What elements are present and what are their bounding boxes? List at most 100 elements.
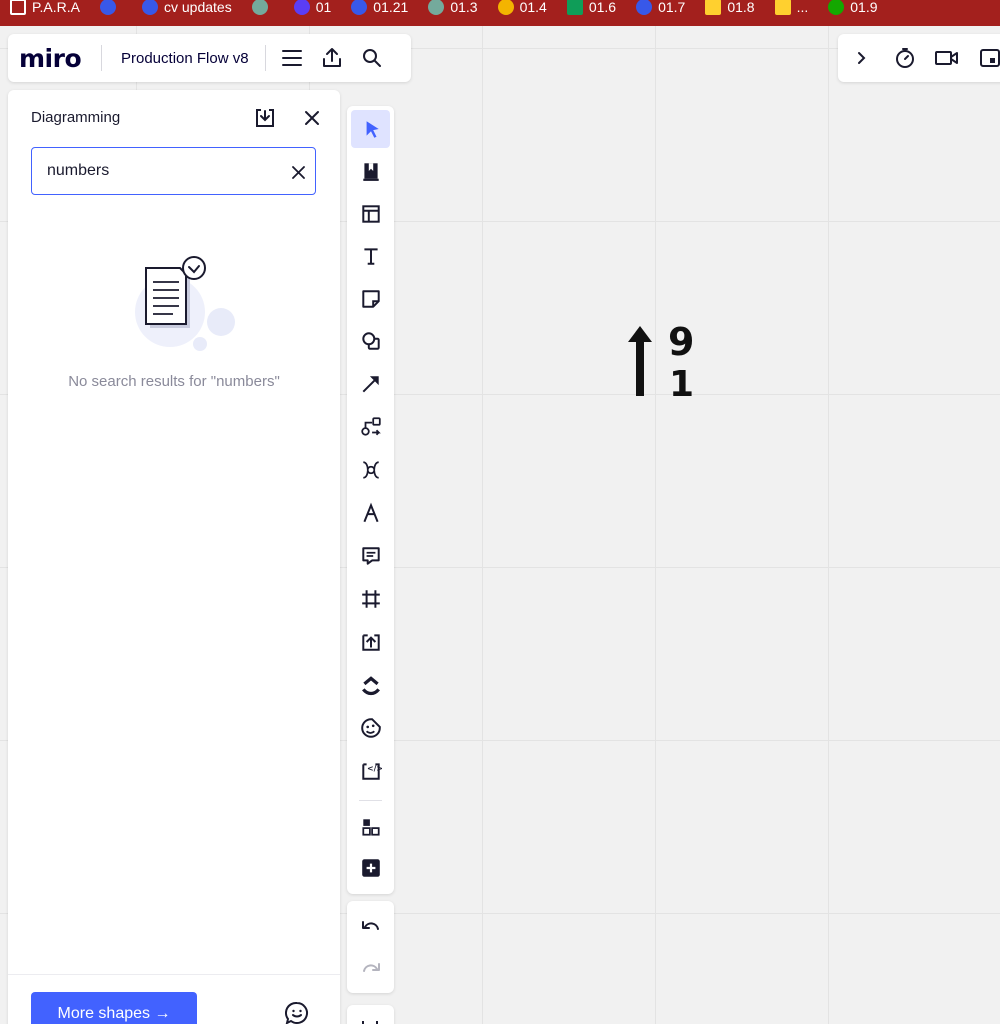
bookmarks-bar: P.A.R.A cv updates 01 01.21 01.3 01.4 01.6 01.7… (0, 0, 1000, 26)
chevron-right-icon (857, 52, 866, 64)
redo-button[interactable] (351, 949, 390, 987)
apps-icon (361, 819, 380, 836)
creation-toolbar: </> (347, 106, 394, 894)
undo-button[interactable] (351, 907, 390, 945)
redo-icon (362, 963, 380, 972)
more-shapes-label: More shapes → (57, 1005, 171, 1022)
search-input[interactable] (47, 160, 277, 182)
tool-pen[interactable] (351, 494, 390, 532)
clear-search-button[interactable] (286, 160, 310, 184)
undo-icon (361, 921, 379, 930)
tool-frame[interactable] (351, 580, 390, 618)
tool-diagramming[interactable] (351, 408, 390, 446)
bookmark-item[interactable] (242, 0, 284, 20)
tool-shapes[interactable] (351, 322, 390, 360)
timer-button[interactable] (887, 40, 923, 76)
upwork-icon (828, 0, 845, 15)
menu-button[interactable] (274, 40, 310, 76)
document-checkmark-icon (135, 256, 235, 351)
sticky-note-icon (361, 290, 380, 308)
tool-templates[interactable] (351, 152, 390, 190)
tool-layouts[interactable] (351, 195, 390, 233)
tool-comment[interactable] (351, 537, 390, 575)
pen-icon (362, 502, 379, 523)
shapes-icon (361, 332, 380, 350)
board-name[interactable]: Production Flow v8 (102, 50, 265, 67)
tool-upload[interactable] (351, 623, 390, 661)
divider (359, 800, 382, 801)
bookmark-item[interactable] (90, 0, 132, 20)
bookmark-template-icon (362, 163, 379, 181)
tool-connection-line[interactable] (351, 365, 390, 403)
plus-icon (361, 859, 380, 877)
diagramming-panel: Diagramming No search results for "numbe… (8, 90, 340, 1024)
undo-redo-toolbar (347, 901, 394, 993)
close-panel-button[interactable] (300, 106, 324, 130)
wordpress-icon (100, 0, 116, 15)
tool-embed[interactable]: </> (351, 752, 390, 790)
folder-icon (10, 0, 26, 15)
download-tray-icon (256, 109, 274, 127)
bookmark-item[interactable]: 01 (284, 0, 342, 20)
tool-select[interactable] (351, 110, 390, 148)
svg-text:9: 9 (668, 322, 694, 364)
hamburger-icon (281, 50, 302, 66)
more-shapes-button[interactable]: More shapes → (31, 992, 197, 1024)
bookmark-item[interactable]: P.A.R.A (0, 0, 90, 20)
wordpress-icon (142, 0, 158, 15)
bookmark-label: 01.8 (727, 0, 755, 15)
import-button[interactable] (253, 106, 277, 130)
bookmark-label: 01.4 (519, 0, 547, 15)
board-panel-toolbar (347, 1005, 394, 1024)
divider (8, 974, 340, 975)
tool-apps[interactable] (351, 808, 390, 846)
bookmark-item[interactable]: ... (765, 0, 819, 20)
export-button[interactable] (314, 40, 350, 76)
bookmark-label: P.A.R.A (32, 0, 80, 15)
shape-search-field[interactable] (31, 147, 316, 195)
sort-numeric-ascending-icon[interactable]: 9 1 (620, 320, 700, 407)
bookmark-item[interactable]: 01.8 (695, 0, 764, 20)
search-button[interactable] (354, 40, 390, 76)
bookmark-item[interactable]: 01.7 (626, 0, 695, 20)
tool-sticky-note[interactable] (351, 280, 390, 318)
miro-logo[interactable]: miro (8, 44, 101, 73)
bookmark-item[interactable]: 01.4 (488, 0, 557, 20)
bookmark-label: ... (796, 0, 809, 15)
tool-clickup[interactable] (351, 666, 390, 704)
wordpress-icon (636, 0, 653, 15)
tool-stickers[interactable] (351, 709, 390, 747)
collaboration-toolbar (838, 34, 1000, 82)
google-drive-icon (497, 0, 514, 15)
screen-share-button[interactable] (972, 40, 1000, 76)
bookmark-label: 01 (315, 0, 332, 15)
divider (264, 45, 266, 71)
tool-text[interactable] (351, 237, 390, 275)
board-header: miro Production Flow v8 (8, 34, 411, 82)
bookmark-item[interactable]: 01.3 (418, 0, 487, 20)
smile-chat-icon (285, 1001, 308, 1024)
bookmark-label: cv updates (164, 0, 232, 15)
tool-mind-map[interactable] (351, 451, 390, 489)
timer-icon (895, 48, 914, 68)
svg-text:</>: </> (367, 764, 382, 773)
panel-title: Diagramming (31, 109, 121, 126)
clickup-icon (361, 676, 380, 696)
feedback-button[interactable] (284, 1000, 310, 1024)
embed-icon: </> (361, 763, 382, 780)
bookmark-label: 01.7 (658, 0, 686, 15)
close-icon (291, 165, 305, 179)
sticker-icon (360, 718, 381, 738)
bookmark-label: 01.21 (373, 0, 409, 15)
cursor-icon (366, 121, 379, 138)
bookmark-item[interactable]: cv updates (132, 0, 242, 20)
tool-more-tools[interactable] (351, 849, 390, 887)
search-icon (362, 49, 381, 67)
close-icon (305, 111, 319, 125)
bookmark-item[interactable]: 01.9 (818, 0, 887, 20)
expand-button[interactable] (844, 40, 880, 76)
video-call-button[interactable] (930, 40, 966, 76)
mindmap-icon (362, 461, 379, 479)
bookmark-item[interactable]: 01.6 (557, 0, 626, 20)
bookmark-item[interactable]: 01.21 (341, 0, 418, 20)
